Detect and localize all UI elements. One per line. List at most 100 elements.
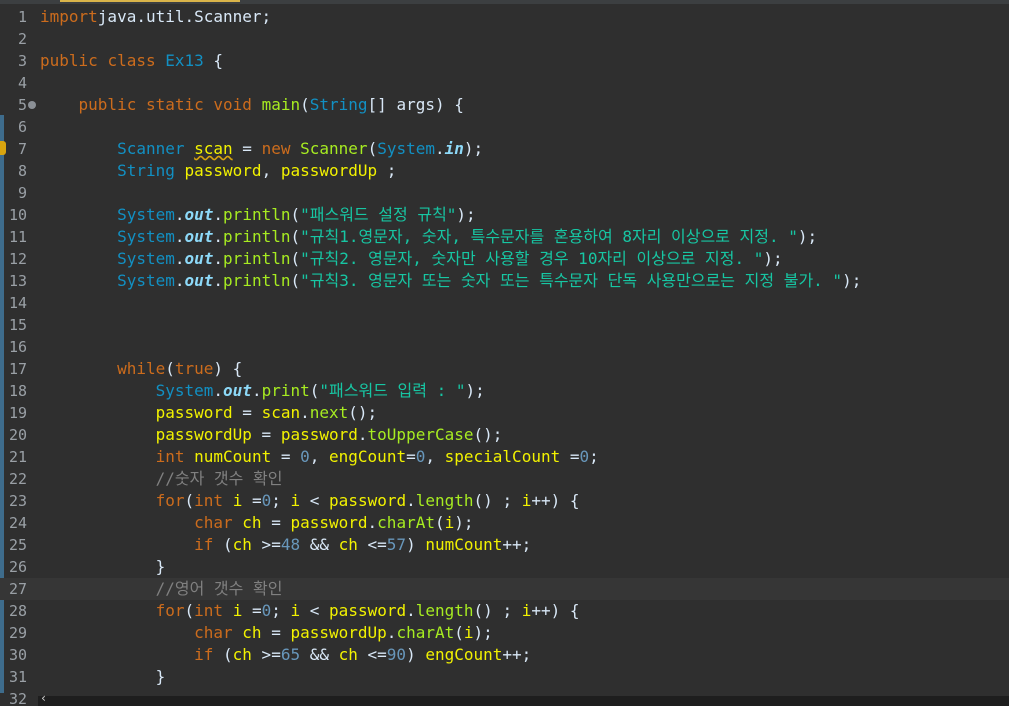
code-token: password [290,513,368,532]
line-number: 28 [8,602,27,620]
code-line[interactable]: 30 if (ch >=65 && ch <=90) engCount++; [0,644,1009,666]
code-token: in [444,139,464,158]
code-token: System [117,205,175,224]
code-token: () ; [473,491,522,510]
code-token: out [223,381,252,400]
code-line[interactable]: 15 [0,314,1009,336]
code-token: ( [309,381,320,400]
code-line[interactable]: 9 [0,182,1009,204]
code-line[interactable]: 29 char ch = passwordUp.charAt(i); [0,622,1009,644]
code-line[interactable]: 14 [0,292,1009,314]
code-token: . [386,623,397,642]
code-text: if (ch >=48 && ch <=57) numCount++; [40,534,531,556]
line-number: 7 [17,140,27,158]
code-line[interactable]: 21 int numCount = 0, engCount=0, special… [0,446,1009,468]
code-token: ch [232,645,252,664]
code-token: . [213,205,224,224]
code-token: Scanner [300,139,368,158]
line-number: 6 [17,118,27,136]
code-line[interactable]: 19 password = scan.next(); [0,402,1009,424]
code-token: ++; [502,535,532,554]
code-line[interactable]: 7 Scanner scan = new Scanner(System.in); [0,138,1009,160]
code-token: , [261,161,281,180]
code-token: <= [357,645,387,664]
code-line[interactable]: 26 } [0,556,1009,578]
code-token: (); [348,403,378,422]
line-number: 9 [17,184,27,202]
code-token: main [261,95,301,114]
code-line[interactable]: 10 System.out.println("패스워드 설정 규칙"); [0,204,1009,226]
code-token: = [406,447,416,466]
code-text: System.out.println("규칙3. 영문자 또는 숫자 또는 특수… [40,270,861,292]
code-token: ( [367,139,378,158]
code-token: = [560,447,580,466]
code-line[interactable]: 24 char ch = password.charAt(i); [0,512,1009,534]
code-line[interactable]: 4 [0,72,1009,94]
code-token: . [174,249,185,268]
code-line[interactable]: 31 } [0,666,1009,688]
code-line[interactable]: 3 public class Ex13 { [0,50,1009,72]
line-number: 27 [8,580,27,598]
code-token: out [184,205,214,224]
code-token: charAt [377,513,435,532]
code-line[interactable]: 11 System.out.println("규칙1.영문자, 숫자, 특수문자… [0,226,1009,248]
code-line[interactable]: 18 System.out.print("패스워드 입력 : "); [0,380,1009,402]
code-lines[interactable]: 1 importjava.util.Scanner; 2 3 public class … [0,6,1009,706]
code-token: ); [473,623,493,642]
line-number: 24 [8,514,27,532]
code-token: int [155,447,185,466]
code-token: ; [271,601,291,620]
code-token: i [290,601,301,620]
code-token: for [155,491,185,510]
code-line[interactable]: 20 passwordUp = password.toUpperCase(); [0,424,1009,446]
code-line[interactable]: 25 if (ch >=48 && ch <=57) numCount++; [0,534,1009,556]
code-token: < [300,491,330,510]
code-token: && [300,535,339,554]
code-line[interactable]: 6 [0,116,1009,138]
code-line[interactable]: 17 while(true) { [0,358,1009,380]
code-line[interactable]: 28 for(int i =0; i < password.length() ;… [0,600,1009,622]
code-line[interactable]: 12 System.out.println("규칙2. 영문자, 숫자만 사용할… [0,248,1009,270]
code-text: password = scan.next(); [40,402,378,424]
code-line[interactable]: 23 for(int i =0; i < password.length() ;… [0,490,1009,512]
fold-toggle-icon[interactable] [28,101,36,109]
code-token: Ex13 [165,51,204,70]
code-line[interactable]: 13 System.out.println("규칙3. 영문자 또는 숫자 또는… [0,270,1009,292]
code-line[interactable]: 1 importjava.util.Scanner; [0,6,1009,28]
code-line[interactable]: 8 String password, passwordUp ; [0,160,1009,182]
horizontal-scrollbar[interactable]: ‹ [38,691,1009,706]
code-line[interactable]: 22 //숫자 갯수 확인 [0,468,1009,490]
code-token: . [174,205,185,224]
code-editor[interactable]: 1 importjava.util.Scanner; 2 3 public class … [0,0,1009,706]
code-token: ( [290,249,301,268]
code-text: while(true) { [40,358,242,380]
code-token: println [223,249,291,268]
code-line[interactable]: 2 [0,28,1009,50]
line-number: 22 [8,470,27,488]
code-line[interactable]: 27 //영어 갯수 확인 [0,578,1009,600]
line-number: 19 [8,404,27,422]
code-token: "규칙3. 영문자 또는 숫자 또는 특수문자 단독 사용만으로는 지정 불가.… [300,271,843,290]
code-token: 57 [386,535,407,554]
code-token: ( [290,227,301,246]
code-line[interactable]: 16 [0,336,1009,358]
code-token: 48 [280,535,301,554]
code-text: System.out.println("패스워드 설정 규칙"); [40,204,476,226]
code-token: = [271,447,301,466]
code-token: ); [465,381,485,400]
code-token: engCount [425,645,503,664]
code-line[interactable]: 5 public static void main(String[] args)… [0,94,1009,116]
code-text: public class Ex13 { [40,50,223,72]
code-token: 0 [300,447,310,466]
line-number: 2 [17,30,27,48]
scroll-left-icon[interactable]: ‹ [40,691,47,705]
code-token: , [425,447,445,466]
